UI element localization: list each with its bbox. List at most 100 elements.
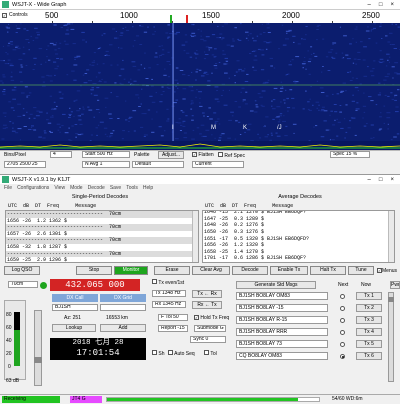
decode-row[interactable]: 1659 -25 2.9 1296 $ bbox=[6, 257, 198, 262]
mode-status: JT4 G bbox=[70, 396, 102, 403]
tx-next-6-radio[interactable] bbox=[340, 353, 345, 359]
tx-message-3-input[interactable]: BJ1SH BO8LAY R-15 bbox=[236, 316, 328, 324]
n-avg-spinbox[interactable]: N Avg 1 bbox=[82, 161, 130, 168]
dx-call-input[interactable]: BJ1SH bbox=[52, 304, 98, 311]
menu-configurations[interactable]: Configurations bbox=[17, 185, 49, 191]
tx-even-checkbox[interactable]: Tx even/1st bbox=[152, 279, 184, 286]
submode-spinbox[interactable]: Submode G bbox=[194, 325, 226, 332]
sync-spinbox[interactable]: Sync 0 bbox=[190, 336, 226, 343]
rx-from-tx-button[interactable]: Rx ← Tx bbox=[192, 301, 222, 309]
rx-frequency-list[interactable]: 1633 -17 1.6 1288 $ BJ1SH EB6DQF?1635 -1… bbox=[202, 210, 395, 263]
tx-now-6-button[interactable]: Tx 6 bbox=[356, 352, 382, 360]
auto-seq-checkbox[interactable]: Auto Seq bbox=[168, 350, 195, 357]
menu-help[interactable]: Help bbox=[143, 185, 153, 191]
band-activity-list[interactable]: -------------------------------- 70cm 165… bbox=[5, 210, 199, 263]
decode-row[interactable]: 1701 -17 0.6 1286 $ BJ1SH EB6DQF? bbox=[203, 255, 394, 262]
tx-message-1-input[interactable]: BJ1SH BO8LAY OM83 bbox=[236, 292, 328, 300]
generate-std-msgs-button[interactable]: Generate Std Msgs bbox=[236, 281, 316, 289]
tx-message-6-input[interactable]: CQ BO8LAY OM83 bbox=[236, 352, 328, 360]
decode-row[interactable]: 1651 -17 0.5 1320 $ BJ1SH EB6DQFD? bbox=[203, 236, 394, 243]
rx-level-slider[interactable] bbox=[34, 310, 42, 386]
tx-message-5-input[interactable]: BJ1SH BO8LAY 73 bbox=[236, 340, 328, 348]
tx-freq-spinbox[interactable]: Tx 1348 Hz bbox=[152, 290, 186, 297]
tx-next-3-radio[interactable] bbox=[340, 317, 345, 323]
palette-select[interactable]: Default bbox=[132, 161, 184, 168]
separator-row[interactable]: -------------------------------- 70cm bbox=[6, 250, 198, 258]
separator-row[interactable]: -------------------------------- 70cm bbox=[6, 237, 198, 244]
auto-seq-label: Auto Seq bbox=[174, 351, 195, 357]
dx-grid-input[interactable] bbox=[100, 304, 146, 311]
minimize-icon[interactable]: – bbox=[368, 2, 371, 8]
hold-tx-checkbox[interactable]: ✓ Hold Tx Freq bbox=[194, 315, 229, 321]
rx-freq-spinbox[interactable]: Rx 1345 Hz bbox=[152, 301, 186, 308]
maximize-icon[interactable]: □ bbox=[379, 177, 383, 183]
close-icon[interactable]: × bbox=[390, 177, 394, 183]
decode-button[interactable]: Decode bbox=[232, 266, 268, 275]
log-qso-button[interactable]: Log QSO bbox=[4, 266, 40, 275]
tol-checkbox[interactable]: Tol bbox=[204, 350, 217, 357]
power-slider[interactable] bbox=[388, 292, 394, 382]
decode-row[interactable]: 1656 -26 1.2 1320 $ bbox=[203, 242, 394, 249]
menu-bar: File Configurations View Mode Decode Sav… bbox=[0, 184, 400, 192]
band-select[interactable]: 70cm bbox=[8, 281, 38, 288]
monitor-button[interactable]: Monitor bbox=[114, 266, 148, 275]
bins-spinbox[interactable]: 4 bbox=[50, 151, 72, 158]
tx-now-5-button[interactable]: Tx 5 bbox=[356, 340, 382, 348]
sh-checkbox[interactable]: Sh bbox=[152, 350, 165, 357]
f-tol-spinbox[interactable]: F Tol 50 bbox=[158, 314, 188, 321]
decode-row[interactable]: 1658 -32 1.8 1287 $ bbox=[6, 244, 198, 251]
separator-row[interactable]: -------------------------------- 70cm bbox=[6, 211, 198, 218]
tx-next-4-radio[interactable] bbox=[340, 329, 345, 335]
menu-decode[interactable]: Decode bbox=[88, 185, 105, 191]
spec-percent-spinbox[interactable]: Spec 15 % bbox=[330, 151, 370, 158]
minimize-icon[interactable]: – bbox=[368, 177, 371, 183]
spec-mode-select[interactable]: Current bbox=[192, 161, 244, 168]
app-icon bbox=[2, 1, 9, 8]
decode-row[interactable]: 1656 -26 1.2 1362 $ bbox=[6, 218, 198, 225]
tx-now-3-button[interactable]: Tx 3 bbox=[356, 316, 382, 324]
menu-view[interactable]: View bbox=[54, 185, 65, 191]
adjust-button[interactable]: Adjust... bbox=[158, 151, 184, 159]
maximize-icon[interactable]: □ bbox=[379, 2, 383, 8]
tx-now-4-button[interactable]: Tx 4 bbox=[356, 328, 382, 336]
controls-checkbox[interactable]: ✓ Controls bbox=[2, 12, 28, 18]
tx-message-4-input[interactable]: BJ1SH BO8LAY RRR bbox=[236, 328, 328, 336]
tune-button[interactable]: Tune bbox=[348, 266, 374, 275]
report-spinbox[interactable]: Report -15 bbox=[158, 325, 188, 332]
add-button[interactable]: Add bbox=[100, 324, 146, 332]
close-icon[interactable]: × bbox=[390, 2, 394, 8]
menu-tools[interactable]: Tools bbox=[126, 185, 138, 191]
halt-tx-button[interactable]: Halt Tx bbox=[310, 266, 346, 275]
tx-now-2-button[interactable]: Tx 2 bbox=[356, 304, 382, 312]
decode-row[interactable]: 1648 -26 0.2 1276 $ bbox=[203, 222, 394, 229]
lookup-button[interactable]: Lookup bbox=[52, 324, 96, 332]
tx-next-5-radio[interactable] bbox=[340, 341, 345, 347]
ref-spec-checkbox[interactable]: Ref Spec bbox=[218, 152, 245, 159]
erase-button[interactable]: Erase bbox=[154, 266, 190, 275]
menu-file[interactable]: File bbox=[4, 185, 12, 191]
separator-row[interactable]: -------------------------------- 70cm bbox=[6, 224, 198, 231]
decode-row[interactable]: 1658 -25 1.4 1270 $ bbox=[203, 249, 394, 256]
tx-next-1-radio[interactable] bbox=[340, 293, 345, 299]
tx-now-1-button[interactable]: Tx 1 bbox=[356, 292, 382, 300]
scrollbar[interactable] bbox=[388, 211, 394, 262]
flatten-checkbox[interactable]: ✓ Flatten bbox=[192, 152, 214, 158]
waterfall-display[interactable]: I M K /J bbox=[0, 23, 400, 141]
decode-row[interactable]: 1647 -25 0.3 1289 $ bbox=[203, 216, 394, 223]
menu-mode[interactable]: Mode bbox=[70, 185, 83, 191]
tx-message-2-input[interactable]: BJ1SH BO8LAY -15 bbox=[236, 304, 328, 312]
decode-row[interactable]: 1657 -26 2.6 1301 $ bbox=[6, 231, 198, 238]
enable-tx-button[interactable]: Enable Tx bbox=[270, 266, 308, 275]
tx-next-2-radio[interactable] bbox=[340, 305, 345, 311]
clear-avg-button[interactable]: Clear Avg bbox=[192, 266, 230, 275]
menus-checkbox[interactable]: ✓Menus bbox=[377, 268, 397, 274]
menu-save[interactable]: Save bbox=[110, 185, 121, 191]
stop-button[interactable]: Stop bbox=[76, 266, 112, 275]
range-spinbox[interactable]: 2705 2500 25 bbox=[4, 161, 46, 168]
slider-handle[interactable] bbox=[388, 297, 394, 302]
scrollbar[interactable] bbox=[192, 211, 198, 262]
slider-handle[interactable] bbox=[34, 357, 42, 363]
start-freq-spinbox[interactable]: Start 500 Hz bbox=[82, 151, 130, 158]
tx-from-rx-button[interactable]: Tx ← Rx bbox=[192, 290, 222, 298]
decode-row[interactable]: 1650 -26 0.3 1276 $ bbox=[203, 229, 394, 236]
